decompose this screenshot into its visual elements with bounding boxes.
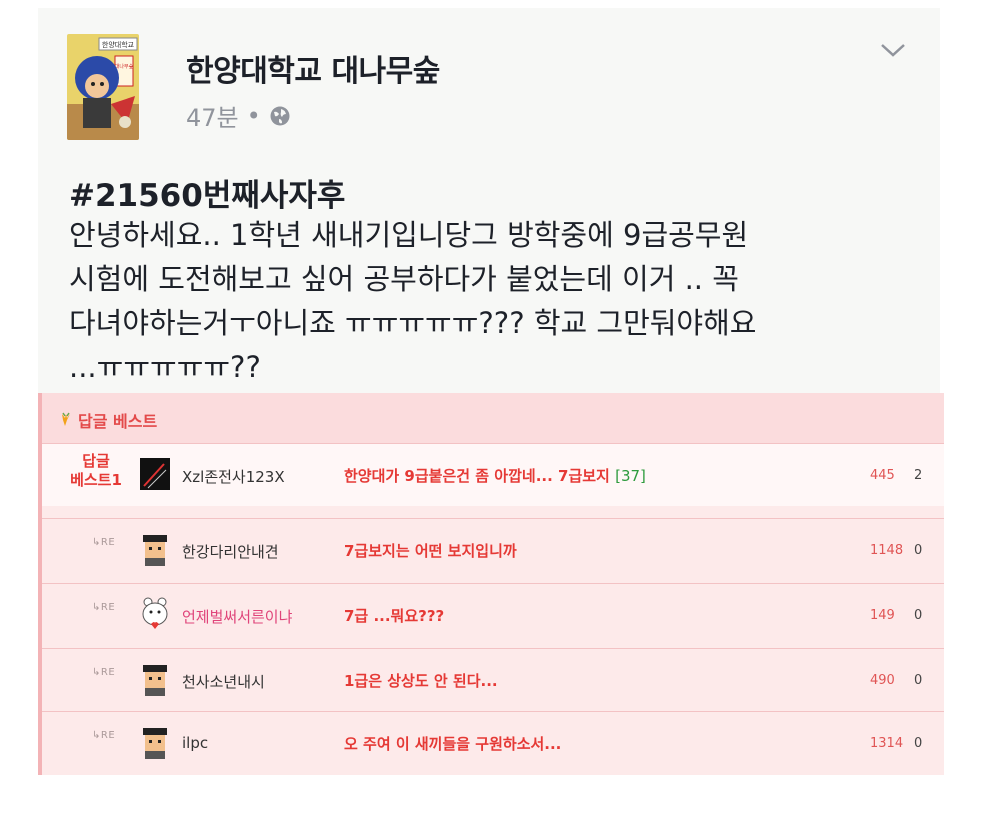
comment-views: 1148 xyxy=(870,543,904,558)
comment-row[interactable]: ↳RE 언제벌써서른이냐 7급 ...뭐요??? 149 0 xyxy=(42,583,944,646)
comment-username[interactable]: 천사소년내시 xyxy=(182,671,265,692)
comment-username[interactable]: 한강다리안내견 xyxy=(182,541,279,562)
reply-arrow-icon: ↳ xyxy=(92,537,101,548)
post-body-line: 시험에 도전해보고 싶어 공부하다가 붙었는데 이거 .. 꼭 xyxy=(69,262,739,296)
comment-text-body[interactable]: 1급은 상상도 안 된다... xyxy=(344,672,498,690)
reply-arrow-icon: ↳ xyxy=(92,602,101,613)
chevron-down-icon[interactable] xyxy=(878,38,908,62)
page-avatar[interactable]: 한양대학교 대나무숲 xyxy=(67,34,139,140)
comment-text[interactable]: 7급보지는 어떤 보지입니까 xyxy=(344,540,517,561)
user-avatar-icon xyxy=(140,458,170,490)
comment-board: 답글 베스트 답글 베스트1 Xzl존전사123X 한양대가 9급붙은건 좀 아… xyxy=(38,393,944,775)
comment-text-body[interactable]: 오 주여 이 새끼들을 구원하소서... xyxy=(344,735,561,753)
reply-indicator: ↳RE xyxy=(92,730,115,741)
reply-label: RE xyxy=(100,667,116,678)
user-avatar-icon xyxy=(143,535,167,566)
reply-label: RE xyxy=(100,537,116,548)
comment-views: 445 xyxy=(870,468,895,483)
comment-text-body[interactable]: 7급 ...뭐요??? xyxy=(344,607,444,625)
comment-username[interactable]: 언제벌써서른이냐 xyxy=(182,606,292,627)
comment-text-body[interactable]: 7급보지는 어떤 보지입니까 xyxy=(344,542,517,560)
comment-board-title: 답글 베스트 xyxy=(58,408,157,432)
post-body: 안녕하세요.. 1학년 새내기입니당그 방학중에 9급공무원 시험에 도전해보고… xyxy=(69,213,929,389)
post-body-line: 다녀야하는거ㅜ아니죠 ㅠㅠㅠㅠㅠ??? 학교 그만둬야해요 xyxy=(69,306,757,340)
post-hashtag[interactable]: #21560번째사자후 xyxy=(69,170,345,215)
comment-recommend-count: 0 xyxy=(914,736,923,751)
post-card: 한양대학교 대나무숲 한양대학교 대나무숲 47분 • #21560번째사자후 … xyxy=(38,8,940,393)
comment-views: 1314 xyxy=(870,736,904,751)
post-body-line: ...ㅠㅠㅠㅠㅠ?? xyxy=(69,350,261,384)
reply-label: RE xyxy=(100,730,116,741)
meta-separator: • xyxy=(246,101,261,130)
comment-text[interactable]: 7급 ...뭐요??? xyxy=(344,605,444,626)
globe-icon xyxy=(270,106,290,125)
comment-board-title-text: 답글 베스트 xyxy=(78,412,158,431)
user-avatar-icon xyxy=(143,665,167,696)
comment-text[interactable]: 1급은 상상도 안 된다... xyxy=(344,670,498,691)
comment-username[interactable]: Xzl존전사123X xyxy=(182,466,285,487)
avatar-sign-text: 한양대학교 xyxy=(102,40,135,49)
comment-board-header: 답글 베스트 xyxy=(42,393,944,444)
comment-views: 490 xyxy=(870,673,895,688)
best-badge-line: 베스트1 xyxy=(70,471,122,489)
comment-recommend-count: 2 xyxy=(914,468,923,483)
user-avatar-icon xyxy=(142,597,168,629)
reply-indicator: ↳RE xyxy=(92,537,115,548)
comment-row[interactable]: ↳RE 한강다리안내견 7급보지는 어떤 보지입니까 1148 0 xyxy=(42,518,944,581)
reply-arrow-icon: ↳ xyxy=(92,730,101,741)
reply-indicator: ↳RE xyxy=(92,602,115,613)
reply-label: RE xyxy=(100,602,116,613)
comment-row[interactable]: ↳RE ilpc 오 주여 이 새끼들을 구원하소서... 1314 0 xyxy=(42,711,944,774)
reply-indicator: ↳RE xyxy=(92,667,115,678)
post-meta: 47분 • xyxy=(186,98,291,133)
comment-text-body[interactable]: 한양대가 9급붙은건 좀 아깝네... 7급보지 xyxy=(344,467,610,485)
comment-recommend-count: 0 xyxy=(914,673,923,688)
comment-recommend-count: 0 xyxy=(914,608,923,623)
best-badge-line: 답글 xyxy=(82,452,110,470)
user-avatar-icon xyxy=(143,728,167,759)
post-body-line: 안녕하세요.. 1학년 새내기입니당그 방학중에 9급공무원 xyxy=(69,218,749,252)
comment-row[interactable]: ↳RE 천사소년내시 1급은 상상도 안 된다... 490 0 xyxy=(42,648,944,711)
best-comment-badge: 답글 베스트1 xyxy=(56,452,136,490)
comment-recommend-count: 0 xyxy=(914,543,923,558)
comment-reply-count: [37] xyxy=(615,467,646,485)
comment-username[interactable]: ilpc xyxy=(182,734,208,752)
comment-views: 149 xyxy=(870,608,895,623)
comment-row[interactable]: 답글 베스트1 Xzl존전사123X 한양대가 9급붙은건 좀 아깝네... 7… xyxy=(42,443,944,506)
comment-text[interactable]: 오 주여 이 새끼들을 구원하소서... xyxy=(344,733,561,754)
carrot-icon xyxy=(62,412,70,426)
reply-arrow-icon: ↳ xyxy=(92,667,101,678)
comment-text[interactable]: 한양대가 9급붙은건 좀 아깝네... 7급보지 [37] xyxy=(344,465,646,486)
post-time[interactable]: 47분 xyxy=(186,98,239,133)
page-name-link[interactable]: 한양대학교 대나무숲 xyxy=(186,46,440,90)
avatar-board-text: 대나무숲 xyxy=(115,63,134,70)
